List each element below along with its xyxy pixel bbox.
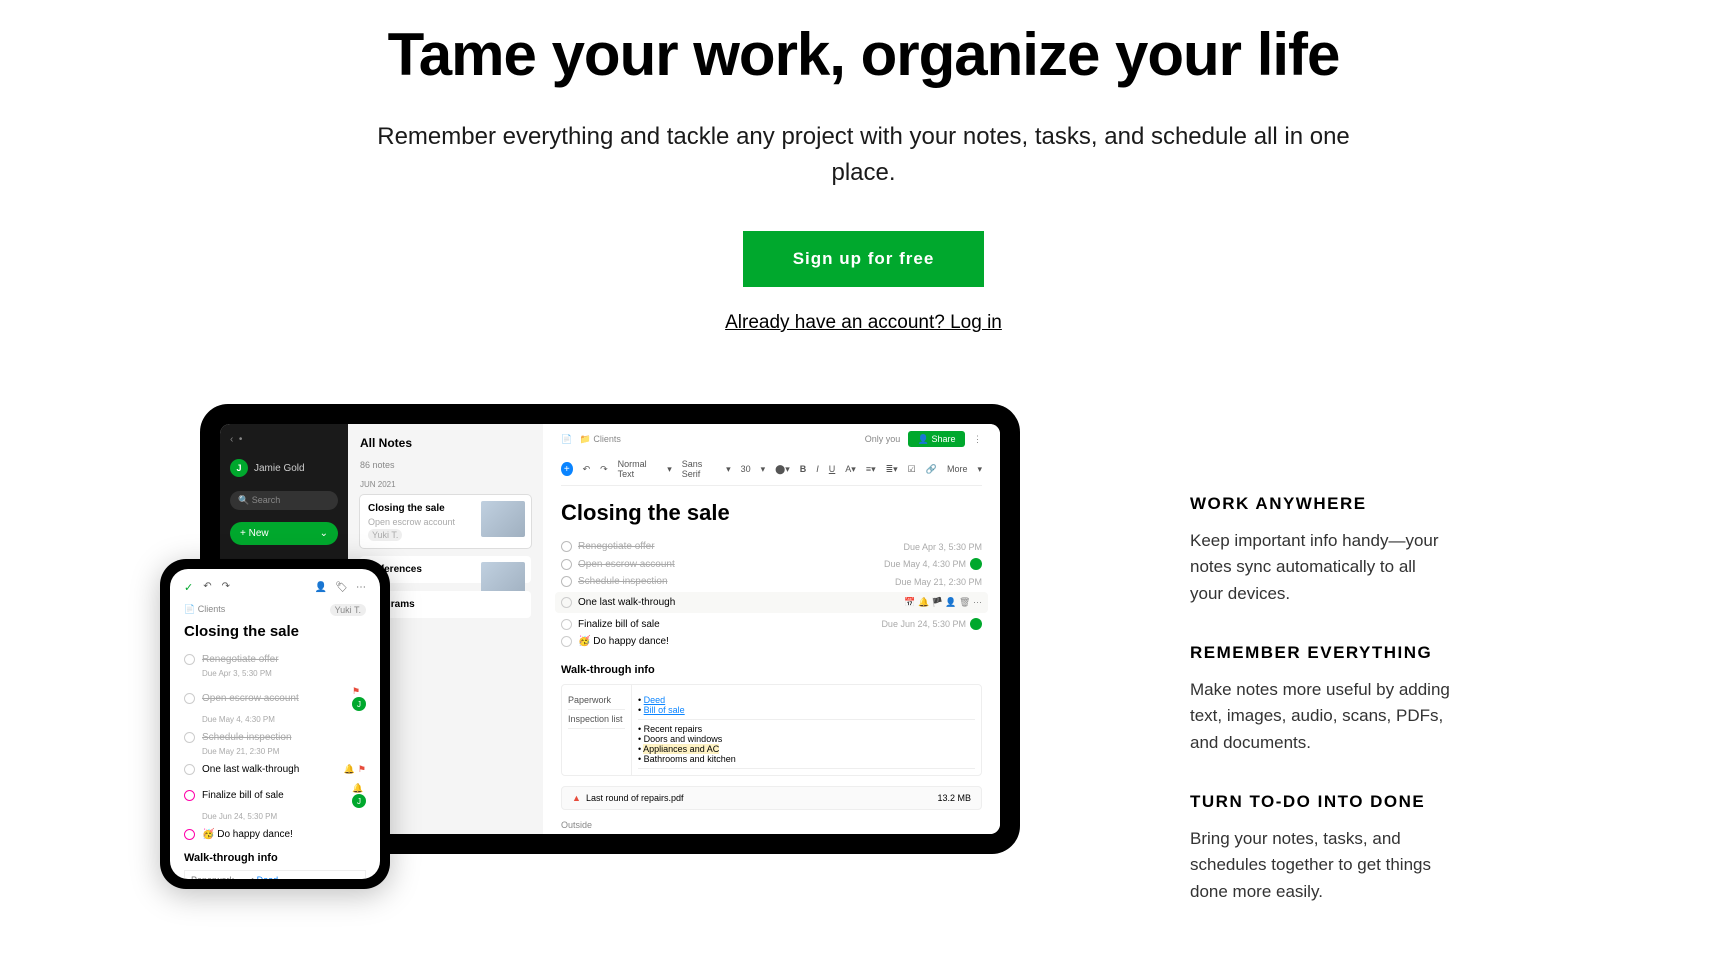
bold-icon: B <box>800 464 807 474</box>
task-row: 🥳 Do happy dance! <box>561 633 982 650</box>
color-icon: ⬤▾ <box>775 464 790 475</box>
highlight-icon: A▾ <box>845 464 856 475</box>
note-card: Closing the sale Open escrow account Yuk… <box>360 495 531 548</box>
underline-icon: U <box>829 464 836 474</box>
more-icon: ⋯ <box>356 582 366 593</box>
phone-screen: ✓ ↶ ↷ 👤 🏷 ⋯ 📄 Clients Yuki T. Closing the sa… <box>170 569 380 879</box>
info-table: PaperworkInspection list• Deed• Bill of … <box>561 684 982 776</box>
check-icon: ✓ <box>184 581 193 594</box>
task-row: 🥳 Do happy dance! <box>184 827 366 842</box>
note-thumb <box>481 501 525 537</box>
avatar: J <box>230 459 248 477</box>
signup-button[interactable]: Sign up for free <box>743 231 985 287</box>
chevron-down-icon: ⌄ <box>320 528 328 539</box>
tag-icon: 🏷 <box>335 582 348 593</box>
phone-frame: ✓ ↶ ↷ 👤 🏷 ⋯ 📄 Clients Yuki T. Closing the sa… <box>160 559 390 889</box>
list-month: JUN 2021 <box>360 480 531 489</box>
person-icon: 👤 <box>315 582 327 593</box>
section-heading: Walk-through info <box>561 664 982 676</box>
feature-body: Bring your notes, tasks, and schedules t… <box>1190 826 1450 905</box>
feature-title: WORK ANYWHERE <box>1190 494 1450 514</box>
feature-body: Keep important info handy—your notes syn… <box>1190 528 1450 607</box>
search-input: 🔍 Search <box>230 491 338 510</box>
feature-title: TURN TO-DO INTO DONE <box>1190 792 1450 812</box>
undo-icon: ↶ <box>583 464 591 475</box>
section-heading: Walk-through info <box>184 852 366 864</box>
list-count: 86 notes <box>360 460 531 470</box>
feature-body: Make notes more useful by adding text, i… <box>1190 677 1450 756</box>
redo-icon: ↷ <box>222 581 230 594</box>
note-title: Closing the sale <box>561 500 982 526</box>
breadcrumb: 📄 Clients Yuki T. <box>184 604 366 615</box>
task-row: Renegotiate offer <box>184 652 366 667</box>
checklist-icon: ☑ <box>908 464 916 475</box>
feature-title: REMEMBER EVERYTHING <box>1190 643 1450 663</box>
redo-icon: ↷ <box>600 464 608 475</box>
new-button: + New⌄ <box>230 522 338 545</box>
task-row: Finalize bill of sale🔔 J <box>184 781 366 810</box>
editor-toolbar: + ↶ ↷ Normal Text▾ Sans Serif▾ 30▾ ⬤▾ B … <box>561 453 982 486</box>
hero: Tame your work, organize your life Remem… <box>0 0 1727 374</box>
task-row: Schedule inspectionDue May 21, 2:30 PM <box>561 573 982 590</box>
file-attachment: ▲ Last round of repairs.pdf 13.2 MB <box>561 786 982 810</box>
task-row: One last walk-through🔔 ⚑ <box>184 762 366 777</box>
numlist-icon: ≣▾ <box>886 464 898 475</box>
feature-block: WORK ANYWHERE Keep important info handy—… <box>1190 494 1450 607</box>
user-row: J Jamie Gold <box>230 459 338 477</box>
feature-block: TURN TO-DO INTO DONE Bring your notes, t… <box>1190 792 1450 905</box>
link-icon: 🔗 <box>926 464 937 475</box>
login-link[interactable]: Already have an account? Log in <box>0 312 1727 334</box>
phone-toolbar: ✓ ↶ ↷ 👤 🏷 ⋯ <box>184 581 366 594</box>
share-button: 👤 Share <box>908 431 966 447</box>
task-row: Schedule inspection <box>184 730 366 745</box>
undo-icon: ↶ <box>203 581 211 594</box>
task-row: Open escrow account⚑ J <box>184 684 366 713</box>
list-icon: ≡▾ <box>866 464 876 475</box>
list-title: All Notes <box>360 436 531 450</box>
hero-subtitle: Remember everything and tackle any proje… <box>374 119 1354 191</box>
task-row: One last walk-through📅 🔔 🏴 👤 🗑 ⋯ <box>555 592 988 613</box>
note-editor: 📄 📁 Clients Only you 👤 Share ⋮ + ↶ ↷ Nor… <box>543 424 1000 834</box>
back-icon: ‹ • <box>230 434 338 445</box>
device-mockups: ‹ • J Jamie Gold 🔍 Search + New⌄ All Not… <box>170 404 1090 854</box>
task-row: Finalize bill of saleDue Jun 24, 5:30 PM <box>561 615 982 633</box>
feature-block: REMEMBER EVERYTHING Make notes more usef… <box>1190 643 1450 756</box>
table-row: Paperwork • Deed <box>184 870 366 879</box>
note-title: Closing the sale <box>184 623 366 640</box>
task-row: Renegotiate offerDue Apr 3, 5:30 PM <box>561 538 982 555</box>
content-row: ‹ • J Jamie Gold 🔍 Search + New⌄ All Not… <box>0 374 1727 941</box>
task-row: Open escrow accountDue May 4, 4:30 PM <box>561 555 982 573</box>
hero-title: Tame your work, organize your life <box>0 20 1727 89</box>
insert-icon: + <box>561 462 573 476</box>
features-column: WORK ANYWHERE Keep important info handy—… <box>1190 404 1627 941</box>
user-name: Jamie Gold <box>254 463 305 474</box>
italic-icon: I <box>816 464 819 474</box>
